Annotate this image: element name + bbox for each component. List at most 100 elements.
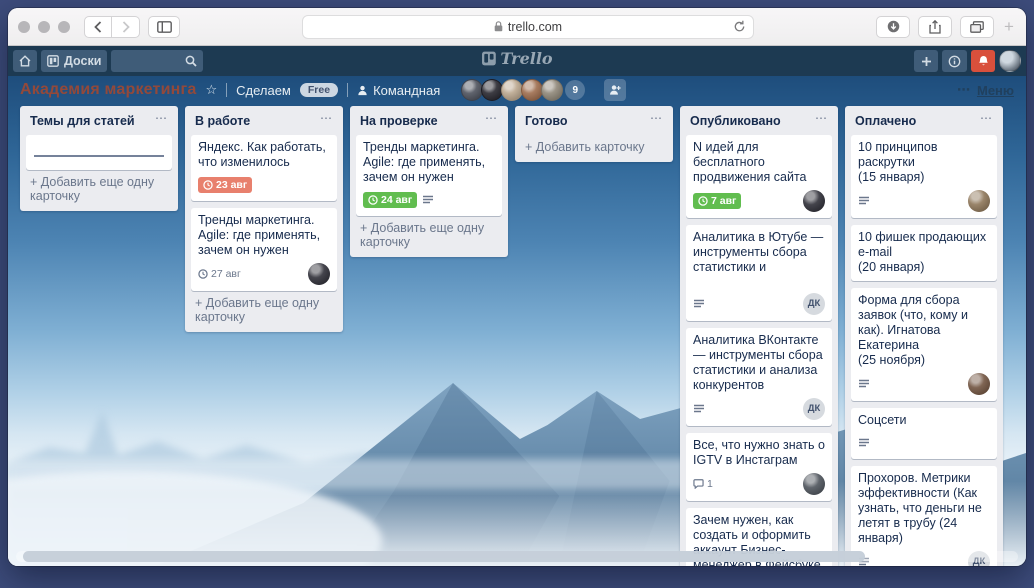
card[interactable]: Все, что нужно знать о IGTV в Инстаграм 1 (686, 433, 832, 501)
card[interactable]: Тренды маркетинга. Agile: где применять,… (356, 135, 502, 216)
member-avatar-4[interactable] (521, 79, 544, 101)
list-menu-icon[interactable]: ⋯ (650, 112, 663, 124)
visibility-button[interactable]: Командная (357, 83, 440, 98)
boards-icon (47, 55, 59, 67)
member-avatar-5[interactable] (541, 79, 564, 101)
clock-icon (368, 195, 378, 205)
team-name[interactable]: Сделаем (236, 83, 291, 98)
create-button[interactable] (914, 50, 938, 72)
member-avatar-1[interactable] (461, 79, 484, 101)
card-member-avatar[interactable] (803, 190, 825, 212)
card[interactable]: Яндекс. Как работать, что изменилось 23 а… (191, 135, 337, 201)
bell-icon (978, 56, 988, 66)
search-icon (186, 55, 198, 67)
scrollbar-thumb[interactable] (23, 551, 865, 562)
share-button[interactable] (918, 15, 952, 38)
card[interactable]: 10 принципов раскрутки (15 января) (851, 135, 997, 218)
browser-back-button[interactable] (84, 15, 112, 38)
board-title[interactable]: Академия маркетинга (20, 81, 196, 99)
member-avatar-3[interactable] (501, 79, 524, 101)
clock-icon (198, 269, 208, 279)
boards-button[interactable]: Доски (41, 50, 108, 72)
user-avatar[interactable] (999, 50, 1021, 72)
card-badges: 27 авг (198, 263, 330, 285)
star-icon[interactable]: ☆ (205, 82, 217, 98)
description-icon (694, 299, 704, 308)
card[interactable] (26, 135, 172, 170)
trello-nav: Доски Trello (8, 46, 1026, 76)
home-button[interactable] (13, 50, 37, 72)
add-card-button[interactable]: + Добавить еще одну карточку (26, 170, 172, 205)
card-badges (858, 373, 990, 395)
member-avatars: 9 (461, 79, 589, 101)
new-tab-button[interactable]: + (1002, 17, 1016, 37)
refresh-icon[interactable] (733, 20, 746, 33)
card[interactable]: Аналитика в Ютубе — инструменты сбора ст… (686, 225, 832, 321)
horizontal-scrollbar[interactable] (16, 551, 1018, 562)
card[interactable]: Тренды маркетинга. Agile: где применять,… (191, 208, 337, 291)
list-menu-icon[interactable]: ⋯ (815, 112, 828, 124)
list-menu-icon[interactable]: ⋯ (320, 112, 333, 124)
zoom-window-icon[interactable] (58, 20, 70, 33)
downloads-button[interactable] (876, 15, 910, 38)
card[interactable]: N идей для бесплатного продвижения сайта… (686, 135, 832, 218)
add-card-button[interactable]: + Добавить еще одну карточку (356, 216, 502, 251)
list-title[interactable]: На проверке (360, 114, 485, 129)
description-badge (693, 299, 705, 309)
add-member-button[interactable] (604, 79, 627, 101)
card[interactable]: Соцсети (851, 408, 997, 459)
board-menu-button[interactable]: ⋯ Меню (957, 82, 1014, 98)
add-card-button[interactable]: + Добавить карточку (521, 135, 667, 156)
card-member-avatar[interactable] (968, 373, 990, 395)
list-menu-icon[interactable]: ⋯ (155, 112, 168, 124)
card[interactable]: Аналитика ВКонтакте — инструменты сбора … (686, 328, 832, 426)
trello-logo-icon (482, 51, 496, 66)
card-title: Тренды маркетинга. Agile: где применять,… (198, 213, 321, 257)
info-button[interactable] (942, 50, 967, 72)
card-badges: 1 (693, 473, 825, 495)
list-menu-icon[interactable]: ⋯ (980, 112, 993, 124)
list-menu-icon[interactable]: ⋯ (485, 112, 498, 124)
board-canvas: Академия маркетинга ☆ Сделаем Free Коман… (8, 76, 1026, 566)
card-title: Аналитика ВКонтакте — инструменты сбора … (693, 333, 823, 392)
card-title-truncated-line (693, 275, 825, 288)
clock-icon (698, 196, 708, 206)
card[interactable]: Форма для сбора заявок (что, кому и как)… (851, 288, 997, 401)
list-title[interactable]: Готово (525, 114, 650, 129)
list-title[interactable]: В работе (195, 114, 320, 129)
search-input[interactable] (111, 50, 204, 72)
card-title: Тренды маркетинга. Agile: где применять,… (363, 140, 486, 184)
minimize-window-icon[interactable] (38, 20, 50, 33)
card-title: N идей для бесплатного продвижения сайта (693, 140, 807, 184)
due-date-badge: 7 авг (693, 192, 742, 210)
card-badges: 24 авг (363, 190, 495, 210)
member-avatar-2[interactable] (481, 79, 504, 101)
card-member-avatar[interactable] (803, 473, 825, 495)
card-badges: ДК (693, 398, 825, 420)
plus-icon (921, 56, 931, 66)
window-controls[interactable] (18, 20, 70, 33)
notifications-button[interactable] (971, 50, 995, 72)
list-title[interactable]: Темы для статей (30, 114, 155, 129)
address-bar[interactable]: trello.com (302, 14, 754, 39)
description-icon (694, 404, 704, 413)
add-card-button[interactable]: + Добавить еще одну карточку (191, 291, 337, 326)
menu-label: Меню (976, 82, 1014, 98)
card-member-avatar[interactable]: ДК (803, 398, 825, 420)
card[interactable]: 10 фишек продающих e-mail (20 января) (851, 225, 997, 281)
card-member-avatar[interactable] (308, 263, 330, 285)
card-member-avatar[interactable]: ДК (803, 293, 825, 315)
list-title[interactable]: Оплачено (855, 114, 980, 129)
description-badge (693, 404, 705, 414)
card-title: Аналитика в Ютубе — инструменты сбора ст… (693, 230, 824, 274)
list-title[interactable]: Опубликовано (690, 114, 815, 129)
url-text: trello.com (507, 19, 563, 34)
description-icon (423, 195, 434, 204)
sidebar-toggle-button[interactable] (148, 15, 180, 38)
tab-overview-button[interactable] (960, 15, 994, 38)
trello-logo[interactable]: Trello (481, 49, 553, 68)
browser-forward-button[interactable] (112, 15, 140, 38)
card-member-avatar[interactable] (968, 190, 990, 212)
close-window-icon[interactable] (18, 20, 30, 33)
members-overflow-count[interactable]: 9 (565, 80, 586, 100)
